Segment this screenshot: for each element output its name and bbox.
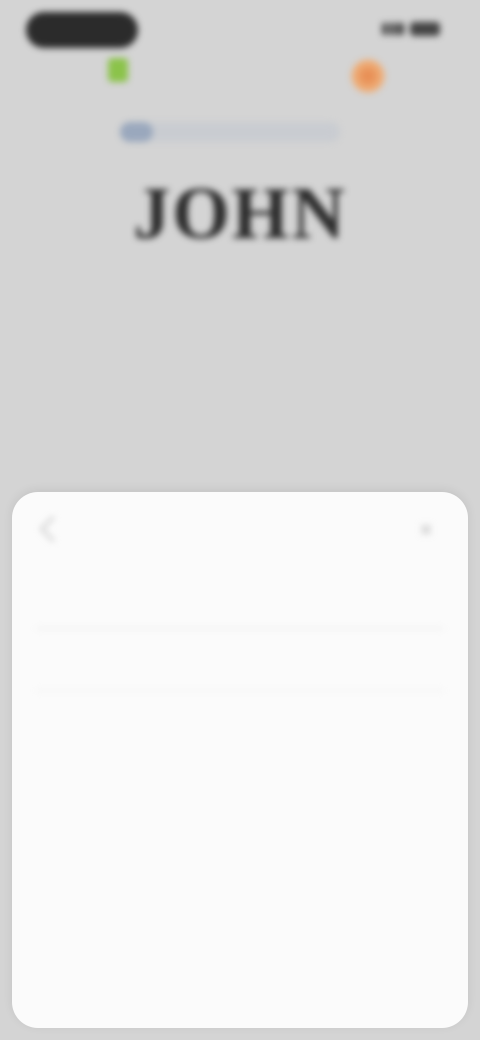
close-icon[interactable]: × [414,518,438,542]
status-pill [26,12,138,48]
status-right [382,22,440,36]
book-icon[interactable] [108,58,128,82]
reading-progress-bar [120,122,340,142]
sheet-divider [36,690,444,691]
signal-icon [382,23,404,35]
sheet-divider [36,628,444,629]
book-title: JOHN [133,173,347,255]
fire-icon[interactable] [350,58,386,94]
battery-icon [410,22,440,36]
reading-progress-fill [120,122,153,142]
bottom-sheet[interactable] [12,492,468,1028]
